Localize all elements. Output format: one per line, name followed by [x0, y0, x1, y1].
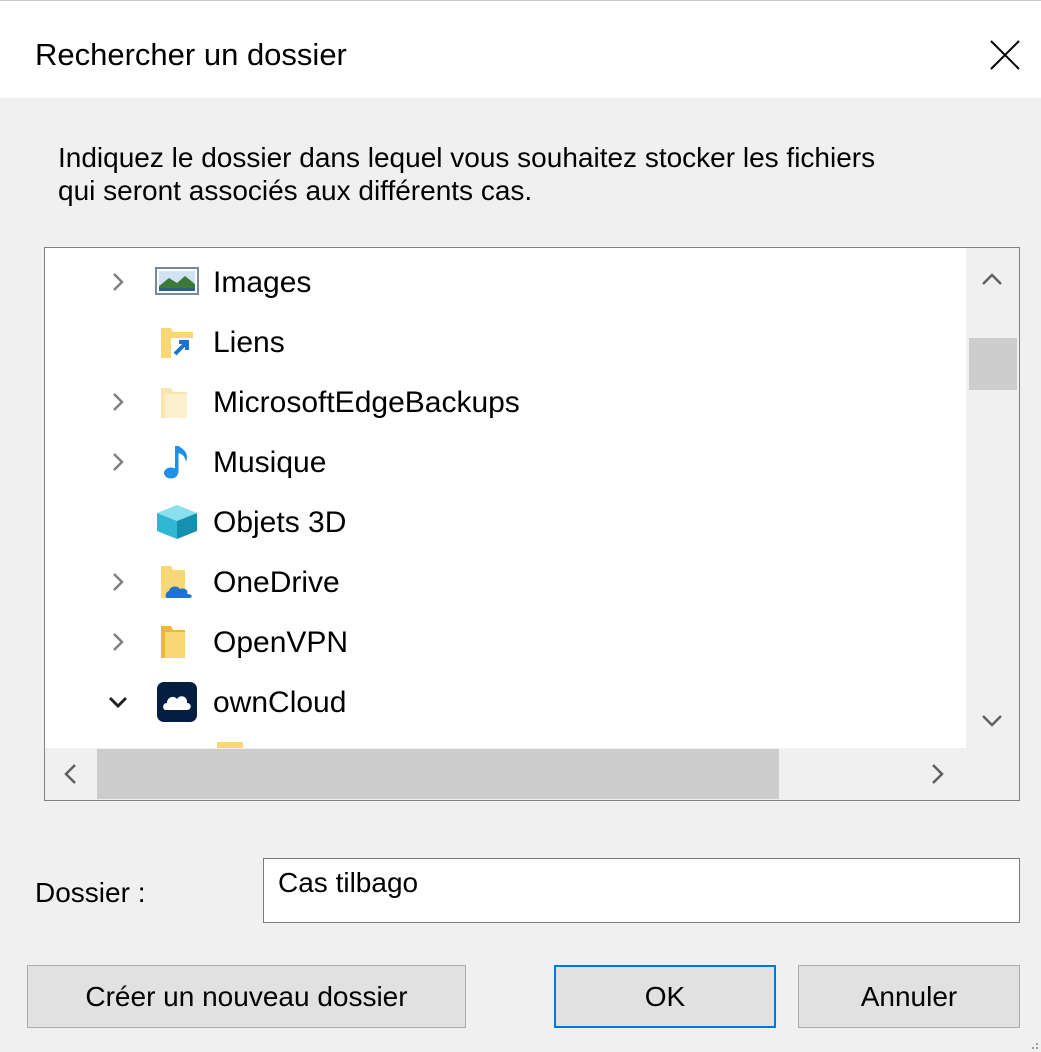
chevron-right-icon[interactable] — [107, 571, 129, 593]
chevron-right-icon[interactable] — [107, 631, 129, 653]
folder-field-label: Dossier : — [35, 877, 146, 908]
pictures-icon — [155, 267, 199, 295]
tree-item-label: ownCloud — [213, 686, 347, 719]
tree-item-label: Musique — [213, 446, 327, 479]
tree-item-label: MicrosoftEdgeBackups — [213, 386, 520, 419]
links-folder-icon — [161, 328, 193, 358]
tree-item-microsoftedgebackups[interactable]: MicrosoftEdgeBackups — [45, 374, 965, 430]
title-bar: Rechercher un dossier — [0, 1, 1041, 98]
tree-item-images[interactable]: Images — [45, 254, 965, 310]
folder-name-input[interactable]: Cas tilbago — [263, 858, 1020, 923]
horizontal-scroll-thumb[interactable] — [97, 749, 779, 799]
tree-item-label: Liens — [213, 326, 285, 359]
ok-button[interactable]: OK — [554, 965, 776, 1028]
tree-item-owncloud[interactable]: ownCloud — [45, 674, 965, 730]
instruction-line-2: qui seront associés aux différents cas. — [58, 175, 533, 206]
tree-item-liens[interactable]: Liens — [45, 314, 965, 370]
onedrive-icon — [161, 566, 192, 598]
tree-item-onedrive[interactable]: OneDrive — [45, 554, 965, 610]
vertical-scrollbar[interactable] — [966, 248, 1019, 748]
scroll-right-icon[interactable] — [929, 762, 947, 786]
tree-item-openvpn[interactable]: OpenVPN — [45, 614, 965, 670]
scroll-up-icon[interactable] — [980, 270, 1004, 288]
tree-item-label: OneDrive — [213, 566, 340, 599]
tree-item-label: OpenVPN — [213, 626, 349, 659]
scroll-left-icon[interactable] — [61, 762, 79, 786]
dialog-title: Rechercher un dossier — [35, 37, 347, 72]
close-icon — [989, 40, 1020, 70]
tree-item-partial — [45, 734, 965, 748]
tree-item-objets-3d[interactable]: Objets 3D — [45, 494, 965, 550]
3d-objects-icon — [157, 505, 197, 539]
owncloud-icon — [157, 682, 197, 722]
tree-item-label: Objets 3D — [213, 506, 347, 539]
horizontal-scrollbar[interactable] — [45, 748, 966, 800]
tree-item-label: Images — [213, 266, 312, 299]
instruction-line-1: Indiquez le dossier dans lequel vous sou… — [58, 142, 876, 173]
vertical-scroll-thumb[interactable] — [969, 338, 1017, 390]
folder-icon — [217, 742, 243, 748]
resize-grip-icon[interactable] — [1030, 1041, 1040, 1051]
chevron-down-icon[interactable] — [107, 691, 129, 713]
instruction-text: Indiquez le dossier dans lequel vous sou… — [58, 141, 1008, 207]
chevron-right-icon[interactable] — [107, 271, 129, 293]
chevron-right-icon[interactable] — [107, 391, 129, 413]
chevron-right-icon[interactable] — [107, 451, 129, 473]
folder-tree[interactable]: Images Liens MicrosoftEdgeBackups Musiqu… — [44, 247, 1020, 801]
scrollbar-corner — [966, 748, 1019, 800]
music-icon — [164, 446, 188, 479]
new-folder-button[interactable]: Créer un nouveau dossier — [27, 965, 466, 1028]
cancel-button[interactable]: Annuler — [798, 965, 1020, 1028]
scroll-down-icon[interactable] — [980, 712, 1004, 730]
tree-item-musique[interactable]: Musique — [45, 434, 965, 490]
folder-browser-dialog: Rechercher un dossier Indiquez le dossie… — [0, 0, 1041, 1052]
folder-icon — [161, 388, 187, 418]
folder-icon — [161, 626, 185, 658]
close-button[interactable] — [968, 19, 1041, 91]
